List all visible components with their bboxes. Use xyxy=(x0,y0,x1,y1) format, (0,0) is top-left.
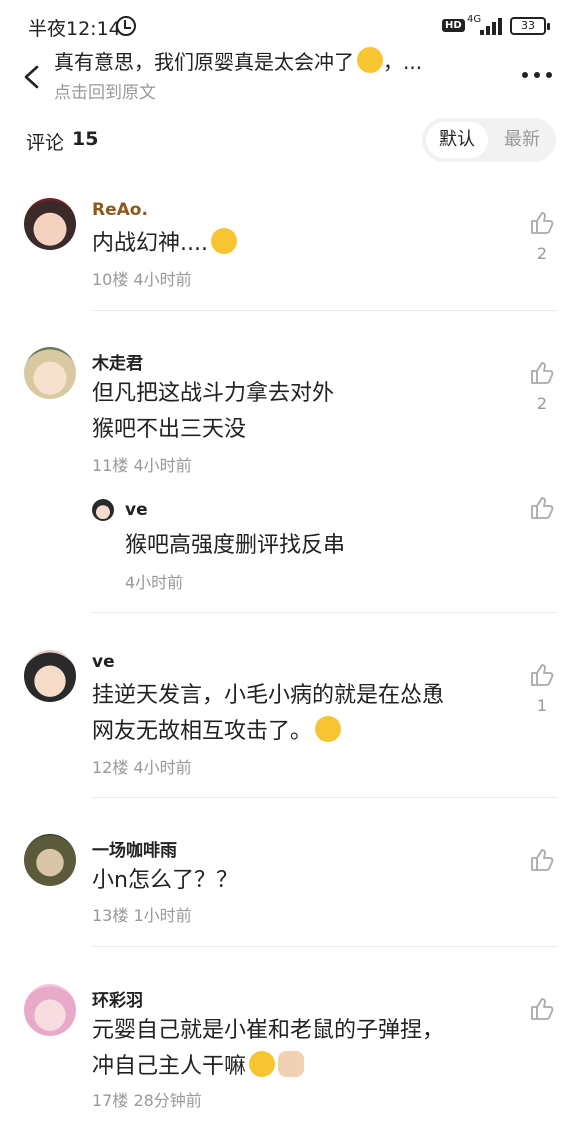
comment-line: 但凡把这战斗力拿去对外 xyxy=(92,381,335,406)
comment-username[interactable]: 一场咖啡雨 xyxy=(92,836,177,861)
divider xyxy=(92,946,558,947)
battery-icon: 33 xyxy=(510,17,550,35)
status-time: 半夜12:14 xyxy=(28,18,121,40)
signal-icon xyxy=(476,17,502,35)
divider xyxy=(92,310,558,311)
reply-meta: 4小时前 xyxy=(125,573,184,592)
reply-avatar[interactable] xyxy=(92,499,114,521)
comment-meta: 13楼 1小时前 xyxy=(92,906,192,925)
hd-badge: HD xyxy=(442,19,465,32)
sort-latest-button[interactable]: 最新 xyxy=(492,122,552,158)
fist-emoji-icon xyxy=(278,1051,305,1077)
comment-line: 挂逆天发言，小毛小病的就是在怂恿 xyxy=(92,683,445,708)
avatar[interactable] xyxy=(24,650,76,702)
smile-emoji-icon xyxy=(249,1051,276,1077)
page-title-suffix: ，... xyxy=(383,50,423,74)
comment-text: 内战幻神.... xyxy=(92,226,237,262)
thumbs-up-icon[interactable] xyxy=(529,360,555,386)
thinking-emoji-icon xyxy=(357,47,383,73)
status-bar: 半夜12:14 HD 4G 33 xyxy=(0,0,580,44)
comment-username[interactable]: 环彩羽 xyxy=(92,986,143,1011)
thumbs-up-icon[interactable] xyxy=(529,847,555,873)
like-count: 1 xyxy=(536,696,548,715)
comment-line: 网友无故相互攻击了。 xyxy=(92,719,313,744)
comment-line: 冲自己主人干嘛 xyxy=(92,1054,247,1079)
more-dots-icon[interactable] xyxy=(522,72,552,80)
comment-line: 内战幻神.... xyxy=(92,231,208,256)
sort-default-button[interactable]: 默认 xyxy=(426,122,488,158)
page-title: 真有意思，我们原婴真是太会冲了 ，... xyxy=(54,46,422,75)
back-to-post-link[interactable]: 点击回到原文 xyxy=(54,78,156,103)
alarm-icon xyxy=(116,16,136,36)
comment-meta: 12楼 4小时前 xyxy=(92,758,192,777)
reply-username[interactable]: ve xyxy=(125,500,148,520)
avatar[interactable] xyxy=(24,984,76,1036)
thumbs-up-icon[interactable] xyxy=(529,210,555,236)
divider xyxy=(92,797,558,798)
sweat-smile-emoji-icon xyxy=(210,228,237,254)
reply-text: 猴吧高强度删评找反串 xyxy=(125,533,346,558)
avatar[interactable] xyxy=(24,198,76,250)
thumbs-up-icon[interactable] xyxy=(529,662,555,688)
comment-meta: 10楼 4小时前 xyxy=(92,270,192,289)
sort-toggle: 默认 最新 xyxy=(422,118,556,162)
comment-text: 冲自己主人干嘛 xyxy=(92,1049,305,1085)
back-arrow-icon[interactable] xyxy=(20,64,46,90)
comment-meta: 17楼 28分钟前 xyxy=(92,1091,202,1110)
comments-label: 评论 xyxy=(26,132,65,154)
like-count: 2 xyxy=(536,244,548,263)
comment-username[interactable]: ReAo. xyxy=(92,200,148,220)
battery-level: 33 xyxy=(521,19,535,32)
avatar[interactable] xyxy=(24,834,76,886)
comments-count: 15 xyxy=(72,128,99,150)
avatar[interactable] xyxy=(24,347,76,399)
page-title-text: 真有意思，我们原婴真是太会冲了 xyxy=(54,50,354,74)
divider xyxy=(92,612,558,613)
comments-bar: 评论 15 默认 最新 xyxy=(0,116,580,166)
comment-line: 猴吧不出三天没 xyxy=(92,417,247,442)
like-count: 2 xyxy=(536,394,548,413)
comment-meta: 11楼 4小时前 xyxy=(92,456,192,475)
comment-line: 元婴自己就是小崔和老鼠的子弹捏， xyxy=(92,1018,445,1043)
header: 真有意思，我们原婴真是太会冲了 ，... 点击回到原文 xyxy=(0,44,580,106)
thumbs-up-icon[interactable] xyxy=(529,996,555,1022)
comment-text: 网友无故相互攻击了。 xyxy=(92,714,342,750)
thumbs-up-icon[interactable] xyxy=(529,495,555,521)
comment-username[interactable]: 木走君 xyxy=(92,349,143,374)
comment-line: 小n怎么了？？ xyxy=(92,868,238,893)
relieved-emoji-icon xyxy=(315,716,342,742)
comment-username[interactable]: ve xyxy=(92,652,115,672)
